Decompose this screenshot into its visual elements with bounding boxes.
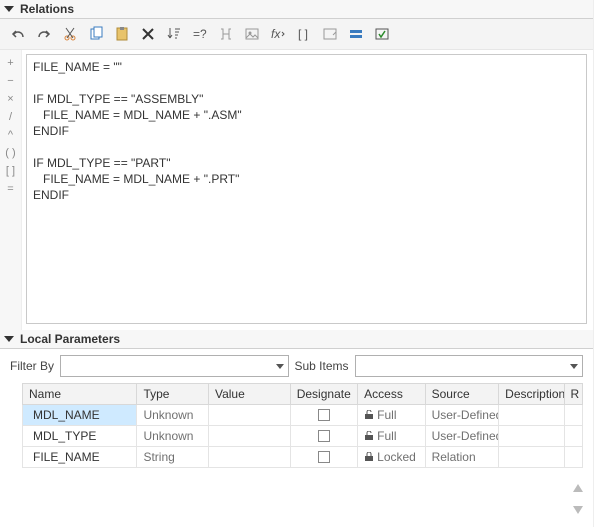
op-minus[interactable]: − bbox=[7, 74, 13, 88]
col-desc[interactable]: Description bbox=[499, 384, 564, 405]
local-parameters-panel: Local Parameters Filter By Sub Items Nam… bbox=[0, 330, 593, 472]
svg-text:[ ]: [ ] bbox=[298, 27, 308, 41]
op-power[interactable]: ^ bbox=[8, 128, 13, 142]
cell-source[interactable]: User-Defined bbox=[425, 405, 499, 426]
filter-row: Filter By Sub Items bbox=[0, 349, 593, 383]
col-name[interactable]: Name bbox=[23, 384, 137, 405]
svg-text:fx: fx bbox=[271, 27, 281, 41]
cell-desc[interactable] bbox=[499, 426, 564, 447]
collapse-icon bbox=[4, 336, 14, 342]
check-button[interactable] bbox=[370, 23, 394, 45]
col-type[interactable]: Type bbox=[137, 384, 209, 405]
evaluate-button[interactable]: =? bbox=[188, 23, 212, 45]
collapse-icon bbox=[4, 6, 14, 12]
col-source[interactable]: Source bbox=[425, 384, 499, 405]
cell-value[interactable] bbox=[208, 426, 290, 447]
cell-designate[interactable] bbox=[290, 426, 357, 447]
cell-type[interactable]: String bbox=[137, 447, 209, 468]
checkbox-icon[interactable] bbox=[318, 451, 330, 463]
params-table-wrap: Name Type Value Designate Access Source … bbox=[0, 383, 593, 472]
copy-button[interactable] bbox=[84, 23, 108, 45]
cell-value[interactable] bbox=[208, 405, 290, 426]
cell-designate[interactable] bbox=[290, 447, 357, 468]
subitems-label: Sub Items bbox=[295, 359, 349, 373]
row-move-buttons bbox=[569, 479, 587, 519]
bracket-button[interactable] bbox=[214, 23, 238, 45]
code-area: + − × / ^ ( ) [ ] = FILE_NAME = "" IF MD… bbox=[0, 50, 593, 330]
table-row[interactable]: MDL_NAMEUnknown FullUser-Defined bbox=[23, 405, 583, 426]
chevron-down-icon bbox=[276, 364, 284, 369]
op-times[interactable]: × bbox=[7, 92, 13, 106]
insert-image-button[interactable] bbox=[240, 23, 264, 45]
cell-name[interactable]: FILE_NAME bbox=[23, 447, 137, 468]
col-designate[interactable]: Designate bbox=[290, 384, 357, 405]
delete-button[interactable] bbox=[136, 23, 160, 45]
cell-designate[interactable] bbox=[290, 405, 357, 426]
op-sqbr[interactable]: [ ] bbox=[6, 164, 15, 178]
filter-by-label: Filter By bbox=[10, 359, 54, 373]
relations-toolbar: =? fx [ ] bbox=[0, 19, 593, 50]
cell-access[interactable]: Locked bbox=[358, 447, 425, 468]
cell-value[interactable] bbox=[208, 447, 290, 468]
sort-button[interactable] bbox=[162, 23, 186, 45]
params-header-row: Name Type Value Designate Access Source … bbox=[23, 384, 583, 405]
cell-source[interactable]: User-Defined bbox=[425, 426, 499, 447]
checkbox-icon[interactable] bbox=[318, 409, 330, 421]
relations-panel: Relations =? fx [ ] + − × / ^ ( ) [ ] = … bbox=[0, 0, 593, 330]
verify-button[interactable] bbox=[318, 23, 342, 45]
op-divide[interactable]: / bbox=[9, 110, 12, 124]
relations-title: Relations bbox=[20, 2, 74, 16]
cell-extra[interactable] bbox=[564, 447, 582, 468]
undo-button[interactable] bbox=[6, 23, 30, 45]
paste-button[interactable] bbox=[110, 23, 134, 45]
op-parens[interactable]: ( ) bbox=[5, 146, 15, 160]
relations-editor[interactable]: FILE_NAME = "" IF MDL_TYPE == "ASSEMBLY"… bbox=[26, 54, 587, 324]
cut-button[interactable] bbox=[58, 23, 82, 45]
cell-extra[interactable] bbox=[564, 405, 582, 426]
col-extra[interactable]: R bbox=[564, 384, 582, 405]
cell-desc[interactable] bbox=[499, 447, 564, 468]
function-button[interactable]: fx bbox=[266, 23, 290, 45]
op-equals[interactable]: = bbox=[7, 182, 13, 196]
cell-name[interactable]: MDL_TYPE bbox=[23, 426, 137, 447]
cell-desc[interactable] bbox=[499, 405, 564, 426]
redo-button[interactable] bbox=[32, 23, 56, 45]
col-value[interactable]: Value bbox=[208, 384, 290, 405]
move-up-button[interactable] bbox=[569, 479, 587, 497]
table-row[interactable]: FILE_NAMEString LockedRelation bbox=[23, 447, 583, 468]
cell-extra[interactable] bbox=[564, 426, 582, 447]
cell-access[interactable]: Full bbox=[358, 405, 425, 426]
relations-header[interactable]: Relations bbox=[0, 0, 593, 19]
col-access[interactable]: Access bbox=[358, 384, 425, 405]
op-plus[interactable]: + bbox=[7, 56, 13, 70]
brackets-button[interactable]: [ ] bbox=[292, 23, 316, 45]
operator-gutter: + − × / ^ ( ) [ ] = bbox=[0, 50, 22, 330]
subitems-combo[interactable] bbox=[355, 355, 583, 377]
local-params-title: Local Parameters bbox=[20, 332, 120, 346]
filter-by-combo[interactable] bbox=[60, 355, 288, 377]
cell-source[interactable]: Relation bbox=[425, 447, 499, 468]
local-params-header[interactable]: Local Parameters bbox=[0, 330, 593, 349]
checkbox-icon[interactable] bbox=[318, 430, 330, 442]
move-down-button[interactable] bbox=[569, 501, 587, 519]
cell-name[interactable]: MDL_NAME bbox=[23, 405, 137, 426]
cell-type[interactable]: Unknown bbox=[137, 426, 209, 447]
params-table: Name Type Value Designate Access Source … bbox=[22, 383, 583, 468]
svg-text:=?: =? bbox=[193, 27, 207, 41]
cell-type[interactable]: Unknown bbox=[137, 405, 209, 426]
cell-access[interactable]: Full bbox=[358, 426, 425, 447]
chevron-down-icon bbox=[570, 364, 578, 369]
table-row[interactable]: MDL_TYPEUnknown FullUser-Defined bbox=[23, 426, 583, 447]
highlight-button[interactable] bbox=[344, 23, 368, 45]
